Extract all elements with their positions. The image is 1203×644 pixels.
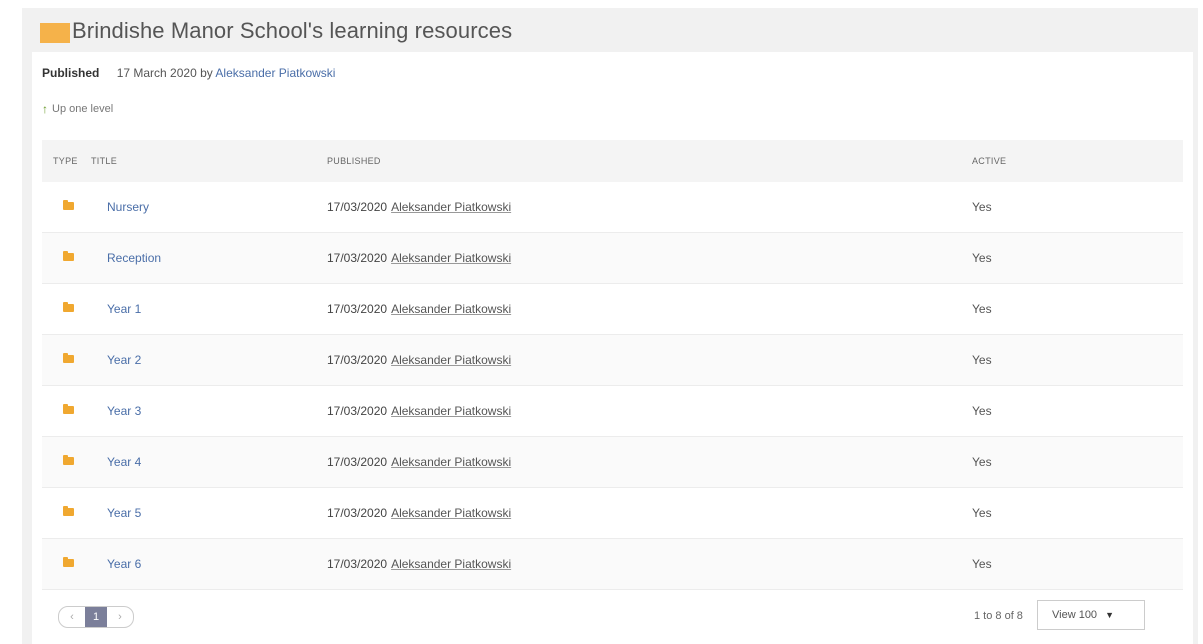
row-date: 17/03/2020 [327,353,388,367]
up-one-level-label: Up one level [52,103,114,115]
row-published: 17/03/2020 Aleksander Piatkowski [327,353,511,367]
row-active: Yes [972,506,992,520]
table-row: Year 5 17/03/2020 Aleksander Piatkowski Y… [42,488,1183,539]
table-row: Nursery 17/03/2020 Aleksander Piatkowski … [42,182,1183,233]
table-body: Nursery 17/03/2020 Aleksander Piatkowski … [42,182,1183,590]
folder-icon [63,455,74,465]
header-active[interactable]: ACTIVE [972,156,1006,166]
row-date: 17/03/2020 [327,200,388,214]
header-title[interactable]: TITLE [91,156,117,166]
table-row: Year 4 17/03/2020 Aleksander Piatkowski Y… [42,437,1183,488]
folder-icon [63,200,74,210]
row-published: 17/03/2020 Aleksander Piatkowski [327,557,511,571]
row-author-link[interactable]: Aleksander Piatkowski [391,353,511,367]
row-published: 17/03/2020 Aleksander Piatkowski [327,404,511,418]
row-date: 17/03/2020 [327,506,388,520]
page-header: Brindishe Manor School's learning resour… [40,14,512,48]
published-info: Published 17 March 2020 by Aleksander Pi… [42,66,335,80]
row-author-link[interactable]: Aleksander Piatkowski [391,455,511,469]
row-date: 17/03/2020 [327,557,388,571]
up-arrow-icon: ↑ [42,102,48,116]
row-title-link[interactable]: Nursery [107,200,149,214]
row-active: Yes [972,353,992,367]
table-row: Reception 17/03/2020 Aleksander Piatkowsk… [42,233,1183,284]
row-author-link[interactable]: Aleksander Piatkowski [391,302,511,316]
row-author-link[interactable]: Aleksander Piatkowski [391,200,511,214]
view-count-select[interactable]: View 100 ▼ [1037,600,1145,630]
published-author-link[interactable]: Aleksander Piatkowski [215,66,335,80]
row-title-link[interactable]: Year 4 [107,455,141,469]
row-date: 17/03/2020 [327,302,388,316]
row-published: 17/03/2020 Aleksander Piatkowski [327,455,511,469]
table-row: Year 2 17/03/2020 Aleksander Piatkowski Y… [42,335,1183,386]
row-active: Yes [972,557,992,571]
prev-page-button[interactable]: ‹ [59,607,85,627]
row-published: 17/03/2020 Aleksander Piatkowski [327,506,511,520]
row-date: 17/03/2020 [327,251,388,265]
pagination: ‹ 1 › [58,606,134,628]
folder-icon [63,506,74,516]
row-title-link[interactable]: Year 5 [107,506,141,520]
row-published: 17/03/2020 Aleksander Piatkowski [327,302,511,316]
folder-icon [63,557,74,567]
row-title-link[interactable]: Year 2 [107,353,141,367]
row-author-link[interactable]: Aleksander Piatkowski [391,404,511,418]
row-title-link[interactable]: Year 1 [107,302,141,316]
results-range: 1 to 8 of 8 [974,610,1023,622]
folder-icon [63,251,74,261]
up-one-level-link[interactable]: ↑ Up one level [42,102,113,116]
row-active: Yes [972,404,992,418]
header-published[interactable]: PUBLISHED [327,156,381,166]
row-date: 17/03/2020 [327,404,388,418]
table-row: Year 1 17/03/2020 Aleksander Piatkowski Y… [42,284,1183,335]
published-date: 17 March 2020 by [116,66,213,80]
resources-table: TYPE TITLE PUBLISHED ACTIVE Nursery 17/0… [42,140,1183,590]
folder-icon [63,302,74,312]
content-panel: Brindishe Manor School's learning resour… [22,8,1198,644]
row-title-link[interactable]: Year 3 [107,404,141,418]
header-type[interactable]: TYPE [53,156,78,166]
folder-icon [63,404,74,414]
row-published: 17/03/2020 Aleksander Piatkowski [327,251,511,265]
view-count-label: View 100 [1052,609,1098,621]
folder-icon [40,23,70,43]
table-row: Year 3 17/03/2020 Aleksander Piatkowski Y… [42,386,1183,437]
row-active: Yes [972,200,992,214]
published-label: Published [42,66,100,80]
caret-down-icon: ▼ [1105,610,1114,620]
row-published: 17/03/2020 Aleksander Piatkowski [327,200,511,214]
row-title-link[interactable]: Year 6 [107,557,141,571]
page-title: Brindishe Manor School's learning resour… [72,18,513,43]
folder-icon [63,353,74,363]
row-author-link[interactable]: Aleksander Piatkowski [391,557,511,571]
table-footer: ‹ 1 › 1 to 8 of 8 View 100 ▼ [42,592,1183,640]
row-active: Yes [972,251,992,265]
row-active: Yes [972,455,992,469]
page-1-button[interactable]: 1 [85,607,107,627]
row-title-link[interactable]: Reception [107,251,161,265]
row-date: 17/03/2020 [327,455,388,469]
next-page-button[interactable]: › [107,607,133,627]
row-author-link[interactable]: Aleksander Piatkowski [391,251,511,265]
table-header: TYPE TITLE PUBLISHED ACTIVE [42,140,1183,182]
table-row: Year 6 17/03/2020 Aleksander Piatkowski Y… [42,539,1183,590]
row-active: Yes [972,302,992,316]
row-author-link[interactable]: Aleksander Piatkowski [391,506,511,520]
resource-card: Published 17 March 2020 by Aleksander Pi… [32,52,1193,644]
